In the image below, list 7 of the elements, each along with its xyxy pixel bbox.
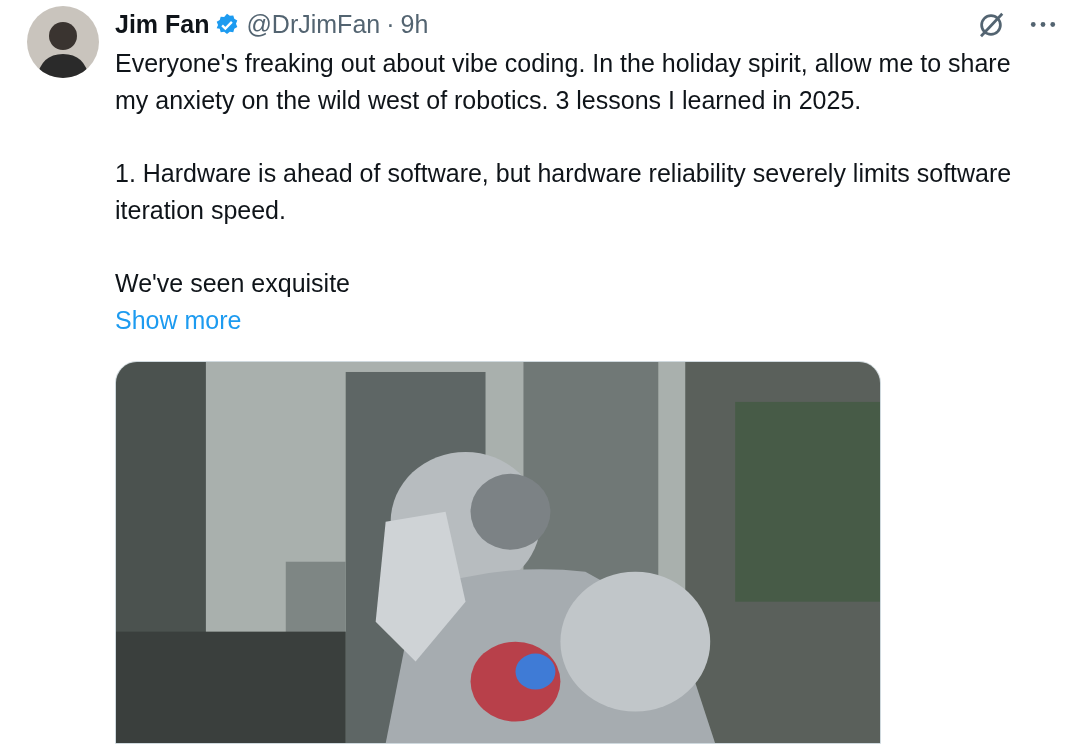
tweet-text: 1. Hardware is ahead of software, but hardware reliability severely limits software iteration speed. [115, 157, 1013, 226]
tweet-text: Everyone's freaking out about vibe coding. In the holiday spirit, allow me to share my anxiety on the wild west of robotics. 3 lessons I learned in 2025. [115, 47, 1012, 116]
separator: · [386, 9, 395, 40]
tweet-text: We've seen exquisite [115, 267, 351, 299]
author-name[interactable]: Jim Fan [115, 6, 210, 44]
timestamp[interactable]: 9h [400, 6, 429, 44]
author-handle[interactable]: @DrJimFan [246, 6, 381, 44]
